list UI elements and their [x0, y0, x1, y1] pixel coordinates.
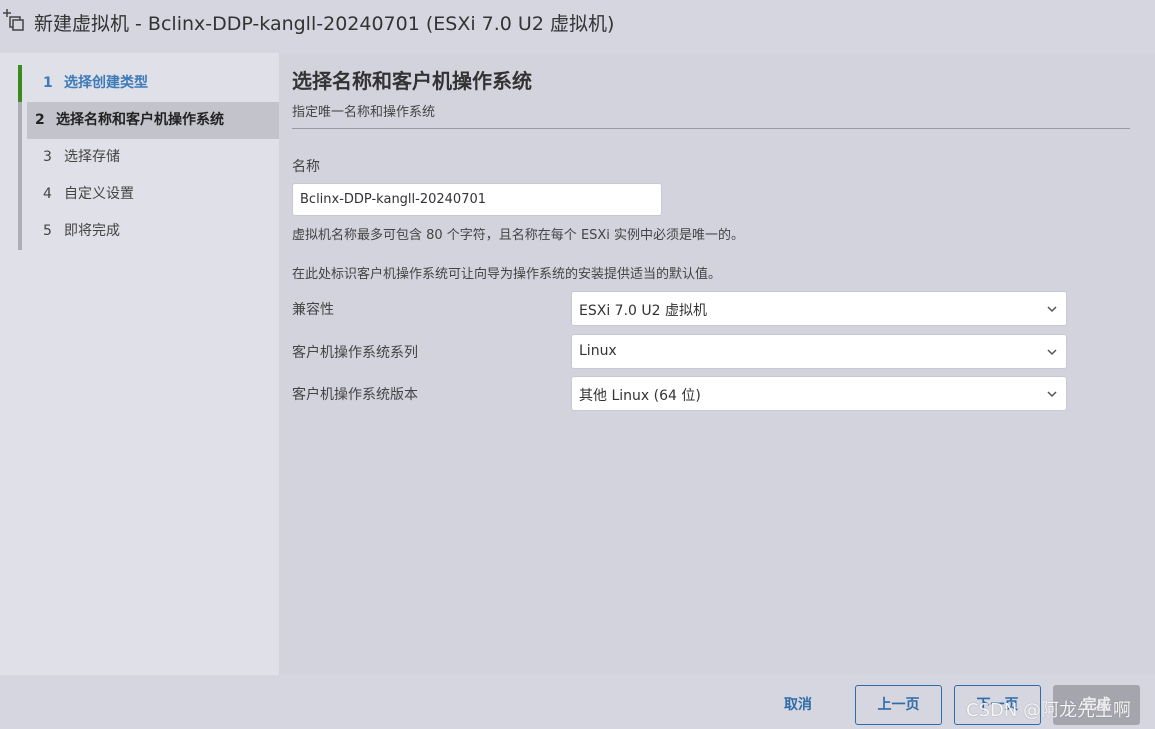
- step-number: 4: [43, 186, 52, 202]
- page-subtitle: 指定唯一名称和操作系统: [292, 105, 436, 120]
- step-ready-to-complete[interactable]: 5 即将完成: [18, 213, 279, 250]
- guest-os-version-value: 其他 Linux (64 位): [579, 388, 701, 404]
- guest-os-family-value: Linux: [579, 343, 617, 359]
- guest-os-family-select[interactable]: Linux: [571, 334, 1067, 369]
- step-customize-settings[interactable]: 4 自定义设置: [18, 176, 279, 213]
- guest-os-version-row: 客户机操作系统版本 其他 Linux (64 位): [292, 376, 1067, 411]
- step-label: 选择存储: [64, 149, 120, 165]
- step-number: 2: [35, 112, 45, 128]
- chevron-down-icon: [1047, 306, 1057, 313]
- name-hint: 虚拟机名称最多可包含 80 个字符，且名称在每个 ESXi 实例中必须是唯一的。: [292, 228, 745, 243]
- guest-os-family-row: 客户机操作系统系列 Linux: [292, 334, 1067, 369]
- new-vm-icon: [3, 9, 24, 31]
- page-title: 选择名称和客户机操作系统: [292, 69, 532, 93]
- compatibility-select[interactable]: ESXi 7.0 U2 虚拟机: [571, 291, 1067, 326]
- window-title: 新建虚拟机 - Bclinx-DDP-kangll-20240701 (ESXi…: [34, 13, 615, 35]
- step-select-name-and-os[interactable]: 2 选择名称和客户机操作系统: [18, 102, 279, 139]
- compatibility-value: ESXi 7.0 U2 虚拟机: [579, 303, 707, 319]
- compatibility-row: 兼容性 ESXi 7.0 U2 虚拟机: [292, 291, 1067, 326]
- header-divider: [292, 128, 1130, 129]
- steps-list: 1 选择创建类型 2 选择名称和客户机操作系统 3 选择存储 4 自定义设置 5 即将完成: [18, 65, 279, 250]
- back-button[interactable]: 上一页: [855, 685, 942, 725]
- step-number: 1: [43, 75, 53, 91]
- chevron-down-icon: [1047, 349, 1057, 356]
- step-select-storage[interactable]: 3 选择存储: [18, 139, 279, 176]
- guest-os-family-label: 客户机操作系统系列: [292, 345, 418, 361]
- vm-name-input[interactable]: [292, 183, 662, 216]
- guest-os-version-label: 客户机操作系统版本: [292, 387, 418, 403]
- step-select-creation-type[interactable]: 1 选择创建类型: [18, 65, 279, 102]
- finish-button[interactable]: 完成: [1053, 685, 1140, 725]
- cancel-button[interactable]: 取消: [771, 685, 825, 725]
- main-panel: 选择名称和客户机操作系统 指定唯一名称和操作系统 名称 虚拟机名称最多可包含 8…: [279, 53, 1155, 675]
- compatibility-label: 兼容性: [292, 302, 334, 318]
- step-number: 5: [43, 223, 52, 239]
- guest-os-version-select[interactable]: 其他 Linux (64 位): [571, 376, 1067, 411]
- step-label: 选择名称和客户机操作系统: [56, 112, 224, 128]
- wizard-footer: 取消 上一页 下一页 完成: [0, 675, 1155, 729]
- step-number: 3: [43, 149, 52, 165]
- wizard-steps-sidebar: 1 选择创建类型 2 选择名称和客户机操作系统 3 选择存储 4 自定义设置 5 即将完成: [0, 53, 279, 675]
- chevron-down-icon: [1047, 391, 1057, 398]
- os-intro-text: 在此处标识客户机操作系统可让向导为操作系统的安装提供适当的默认值。: [292, 267, 722, 282]
- step-label: 即将完成: [64, 223, 120, 239]
- name-label: 名称: [292, 159, 320, 175]
- next-button[interactable]: 下一页: [954, 685, 1041, 725]
- new-vm-wizard-window: 新建虚拟机 - Bclinx-DDP-kangll-20240701 (ESXi…: [0, 0, 1155, 729]
- step-label: 自定义设置: [64, 186, 134, 202]
- step-label: 选择创建类型: [64, 75, 148, 91]
- title-bar: 新建虚拟机 - Bclinx-DDP-kangll-20240701 (ESXi…: [0, 0, 1155, 48]
